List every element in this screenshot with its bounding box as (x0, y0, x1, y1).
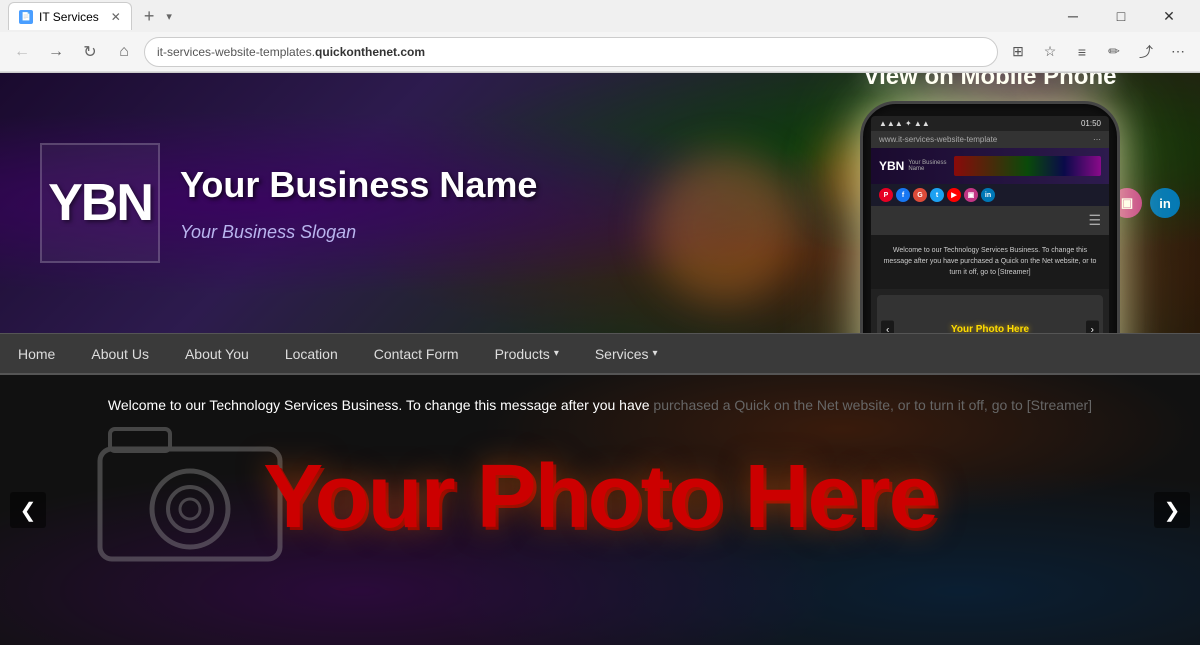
nav-location[interactable]: Location (267, 333, 356, 375)
mobile-overlay: View on Mobile Phone ▲▲▲ ✦ ▲▲ 01:50 www.… (860, 73, 1120, 333)
nav-items-list: Home About Us About You Location Contact… (0, 333, 676, 375)
phone-welcome-text: Welcome to our Technology Services Busin… (871, 235, 1109, 289)
photo-placeholder-text: Your Photo Here (263, 446, 936, 549)
phone-time: 01:50 (1081, 119, 1101, 128)
business-slogan: Your Business Slogan (180, 222, 537, 243)
tab-close-button[interactable]: ✕ (111, 10, 121, 24)
phone-twitter: t (930, 188, 944, 202)
new-tab-button[interactable]: + (136, 6, 163, 27)
phone-menu-icon: ⋯ (1093, 135, 1101, 144)
minimize-button[interactable]: ─ (1050, 0, 1096, 32)
refresh-button[interactable]: ↻ (76, 38, 104, 66)
notes-icon[interactable]: ✏ (1100, 38, 1128, 66)
share-icon[interactable]: ⤴ (1132, 38, 1160, 66)
forward-button[interactable]: → (42, 38, 70, 66)
back-button[interactable]: ← (8, 38, 36, 66)
phone-status-bar: ▲▲▲ ✦ ▲▲ 01:50 (871, 116, 1109, 131)
tab-arrow[interactable]: ▾ (166, 10, 172, 23)
nav-contact-form[interactable]: Contact Form (356, 333, 477, 375)
phone-next-button[interactable]: › (1086, 320, 1099, 333)
phone-frame: ▲▲▲ ✦ ▲▲ 01:50 www.it-services-website-t… (860, 101, 1120, 333)
hub-icon[interactable]: ≡ (1068, 38, 1096, 66)
phone-youtube: ▶ (947, 188, 961, 202)
nav-services[interactable]: Services ▾ (577, 333, 676, 375)
next-slide-button[interactable]: ❯ (1154, 492, 1190, 528)
phone-hamburger-menu[interactable]: ☰ (871, 206, 1109, 235)
phone-gplus: G (913, 188, 927, 202)
favorites-icon[interactable]: ☆ (1036, 38, 1064, 66)
products-dropdown-arrow: ▾ (554, 348, 559, 359)
phone-instagram: ▣ (964, 188, 978, 202)
address-bar[interactable]: it-services-website-templates.quickonthe… (144, 37, 998, 67)
browser-window: 📄 IT Services ✕ + ▾ ─ □ ✕ ← → ↻ ⌂ it-ser… (0, 0, 1200, 645)
phone-photo-slider: ‹ Your Photo Here › (877, 295, 1103, 333)
site-wrapper: YBN Your Business Name Your Business Slo… (0, 73, 1200, 645)
phone-logo: YBN (879, 159, 904, 173)
site-main: Welcome to our Technology Services Busin… (0, 375, 1200, 645)
url-text: it-services-website-templates.quickonthe… (157, 45, 985, 59)
phone-business-name: Your BusinessName (908, 160, 946, 172)
window-controls: ─ □ ✕ (1050, 0, 1192, 32)
phone-pinterest: P (879, 188, 893, 202)
phone-content: YBN Your BusinessName P f G t ▶ ▣ (871, 148, 1109, 333)
browser-toolbar: ← → ↻ ⌂ it-services-website-templates.qu… (0, 32, 1200, 72)
nav-about-us[interactable]: About Us (73, 333, 167, 375)
site-header: YBN Your Business Name Your Business Slo… (0, 73, 1200, 333)
nav-products[interactable]: Products ▾ (477, 333, 577, 375)
prev-slide-button[interactable]: ❮ (10, 492, 46, 528)
bokeh-4 (650, 153, 800, 303)
logo-box: YBN (40, 143, 160, 263)
services-dropdown-arrow: ▾ (653, 348, 658, 359)
logo-area: YBN Your Business Name Your Business Slo… (0, 113, 577, 293)
phone-signal: ▲▲▲ ✦ ▲▲ (879, 119, 930, 128)
active-tab[interactable]: 📄 IT Services ✕ (8, 2, 132, 30)
maximize-button[interactable]: □ (1098, 0, 1144, 32)
toolbar-actions: ⊞ ☆ ≡ ✏ ⤴ ⋯ (1004, 38, 1192, 66)
nav-about-you[interactable]: About You (167, 333, 267, 375)
home-button[interactable]: ⌂ (110, 38, 138, 66)
business-info: Your Business Name Your Business Slogan (180, 163, 537, 242)
phone-linkedin: in (981, 188, 995, 202)
photo-placeholder: Your Photo Here (0, 436, 1200, 569)
phone-site-header: YBN Your BusinessName (871, 148, 1109, 184)
mobile-overlay-label: View on Mobile Phone (860, 73, 1120, 91)
phone-address-bar[interactable]: www.it-services-website-template ⋯ (871, 131, 1109, 148)
close-button[interactable]: ✕ (1146, 0, 1192, 32)
site-navigation: Home About Us About You Location Contact… (0, 333, 1200, 375)
phone-facebook: f (896, 188, 910, 202)
more-icon[interactable]: ⋯ (1164, 38, 1192, 66)
phone-prev-button[interactable]: ‹ (881, 320, 894, 333)
linkedin-icon[interactable]: in (1150, 188, 1180, 218)
tab-favicon: 📄 (19, 10, 33, 24)
tab-title: IT Services (39, 10, 99, 24)
tab-bar: 📄 IT Services ✕ + ▾ (8, 2, 1046, 30)
nav-home[interactable]: Home (0, 333, 73, 375)
logo-text: YBN (48, 173, 152, 233)
reading-view-icon[interactable]: ⊞ (1004, 38, 1032, 66)
business-name: Your Business Name (180, 163, 537, 206)
phone-photo-text: Your Photo Here (951, 324, 1029, 333)
phone-url: www.it-services-website-template (879, 135, 997, 144)
phone-social-icons: P f G t ▶ ▣ in (871, 184, 1109, 206)
